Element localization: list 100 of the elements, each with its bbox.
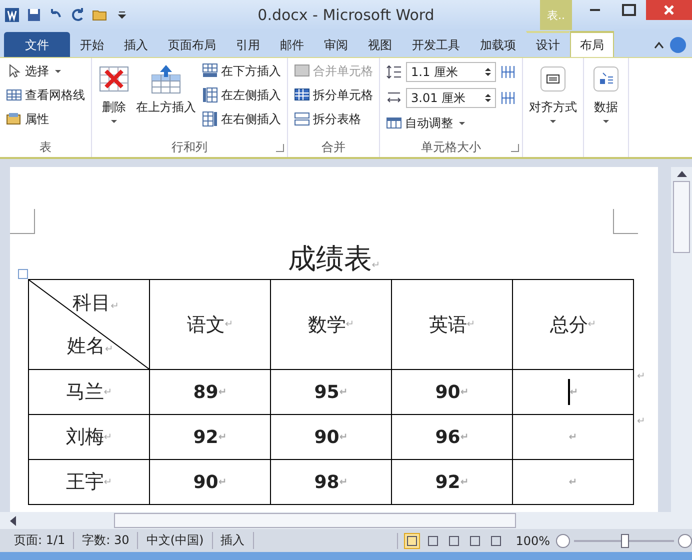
paragraph-mark: ↵ [637, 371, 646, 382]
split-cells-icon [294, 87, 310, 103]
ribbon-button[interactable]: 属性 [6, 109, 85, 129]
score: 89 [193, 382, 218, 402]
dialog-launcher-icon[interactable] [276, 144, 284, 152]
ribbon-button[interactable]: 在下方插入 [202, 61, 281, 81]
dropdown-arrow-icon [55, 70, 61, 72]
score: 92 [193, 426, 218, 448]
group-label: 合并 [322, 140, 346, 154]
size-spinner[interactable]: 3.01 厘米 [406, 88, 496, 108]
insert-left-icon [202, 87, 218, 103]
dialog-launcher-icon[interactable] [511, 144, 519, 152]
row-height-icon [386, 64, 402, 80]
ribbon-tab[interactable]: 审阅 [314, 32, 358, 57]
ribbon-tab[interactable]: 开始 [70, 32, 114, 57]
paragraph-mark: ↵ [339, 386, 348, 398]
status-item[interactable]: 中文(中国) [138, 532, 213, 549]
margin-corner-mark [10, 209, 35, 234]
maximize-icon [622, 4, 636, 16]
score: 90 [193, 472, 218, 492]
slider-thumb[interactable] [621, 534, 629, 548]
ribbon-button[interactable]: 在左侧插入 [202, 85, 281, 105]
paragraph-mark: ↵ [568, 432, 578, 442]
paragraph-mark: ↵ [105, 344, 114, 355]
paragraph-mark: ↵ [637, 416, 646, 427]
dropdown-arrow-icon [550, 120, 556, 123]
paragraph-mark: ↵ [104, 432, 112, 442]
status-item[interactable]: 页面: 1/1 [6, 532, 74, 549]
ribbon-tab[interactable]: 加载项 [470, 32, 526, 57]
ribbon-tab[interactable]: 开发工具 [402, 32, 470, 57]
paragraph-mark: ↵ [460, 476, 469, 488]
ribbon-button[interactable]: 数据 [590, 61, 622, 139]
horizontal-scrollbar[interactable] [0, 512, 692, 529]
save-icon[interactable] [26, 7, 42, 23]
merge-icon [294, 63, 310, 79]
document-title: 成绩表 [288, 242, 372, 275]
paragraph-mark: ↵ [104, 476, 112, 488]
column-header: 语文 [186, 312, 225, 338]
split-table-icon [294, 111, 310, 127]
ribbon-button[interactable]: 自动调整 [386, 113, 516, 133]
dropdown-arrow-icon [459, 122, 465, 124]
margin-corner-mark [613, 209, 638, 234]
redo-icon[interactable] [70, 7, 86, 23]
word-logo-icon [4, 7, 20, 23]
ribbon-tab[interactable]: 引用 [226, 32, 270, 57]
group-label: 单元格大小 [421, 140, 481, 154]
paragraph-mark: ↵ [588, 319, 596, 330]
ribbon-tab[interactable]: 视图 [358, 32, 402, 57]
ribbon-button[interactable]: 查看网格线 [6, 85, 85, 105]
table-move-handle-icon[interactable] [18, 269, 28, 279]
minimize-icon [590, 9, 600, 11]
column-header: 英语 [428, 312, 467, 338]
ribbon-button[interactable]: 对齐方式 [529, 61, 577, 139]
paragraph-mark: ↵ [570, 386, 578, 398]
dropdown-arrow-icon [111, 120, 117, 123]
paragraph-mark: ↵ [224, 319, 234, 330]
header-label: 姓名 [67, 335, 105, 357]
paragraph-mark: ↵ [460, 386, 469, 398]
paragraph-mark: ↵ [339, 432, 348, 442]
zoom-in-button[interactable] [678, 534, 692, 548]
distribute-rows-icon[interactable] [500, 64, 516, 80]
ribbon-tab[interactable]: 插入 [114, 32, 158, 57]
view-mode-button[interactable] [404, 532, 420, 548]
status-item[interactable]: 插入 [212, 532, 254, 549]
paragraph-mark: ↵ [110, 301, 119, 312]
paragraph-mark: ↵ [339, 476, 348, 488]
ribbon-button[interactable]: 删除 [98, 61, 130, 139]
spin-arrows-icon [485, 68, 491, 76]
insert-above-icon [150, 63, 182, 95]
size-spinner[interactable]: 1.1 厘米 [406, 62, 496, 82]
ribbon-button[interactable]: 在上方插入 [136, 61, 196, 139]
ribbon-button[interactable]: 拆分表格 [294, 109, 373, 129]
paragraph-mark: ↵ [104, 386, 112, 398]
window-title: 0.docx - Microsoft Word [258, 6, 434, 24]
ribbon-tab[interactable]: 邮件 [270, 32, 314, 57]
ribbon-button[interactable]: 在右侧插入 [202, 109, 281, 129]
zoom-out-button[interactable] [556, 534, 570, 548]
ribbon-button[interactable]: 拆分单元格 [294, 85, 373, 105]
score: 95 [314, 382, 340, 402]
ribbon-button[interactable]: 选择 [6, 61, 85, 81]
vertical-scrollbar[interactable] [671, 167, 692, 512]
collapse-ribbon-icon[interactable] [654, 41, 664, 49]
status-item[interactable]: 字数: 30 [74, 532, 138, 549]
student-name: 马兰 [66, 380, 104, 405]
student-name: 王宇 [66, 470, 104, 495]
score: 96 [435, 426, 460, 448]
paragraph-mark: ↵ [460, 432, 469, 442]
ribbon-tab[interactable]: 布局 [570, 31, 614, 57]
score: 98 [314, 472, 340, 492]
ribbon-tab[interactable]: 文件 [4, 32, 70, 57]
ribbon-tab[interactable]: 页面布局 [158, 32, 226, 57]
distribute-columns-icon[interactable] [500, 90, 516, 106]
score: 92 [435, 472, 460, 492]
context-tab-label: 表.. [540, 0, 572, 30]
zoom-level[interactable]: 100% [516, 534, 550, 548]
header-label: 科目 [72, 292, 111, 314]
paragraph-mark: ↵ [218, 476, 227, 488]
close-button[interactable] [646, 0, 692, 20]
properties-icon [6, 111, 22, 127]
score: 90 [435, 382, 460, 402]
